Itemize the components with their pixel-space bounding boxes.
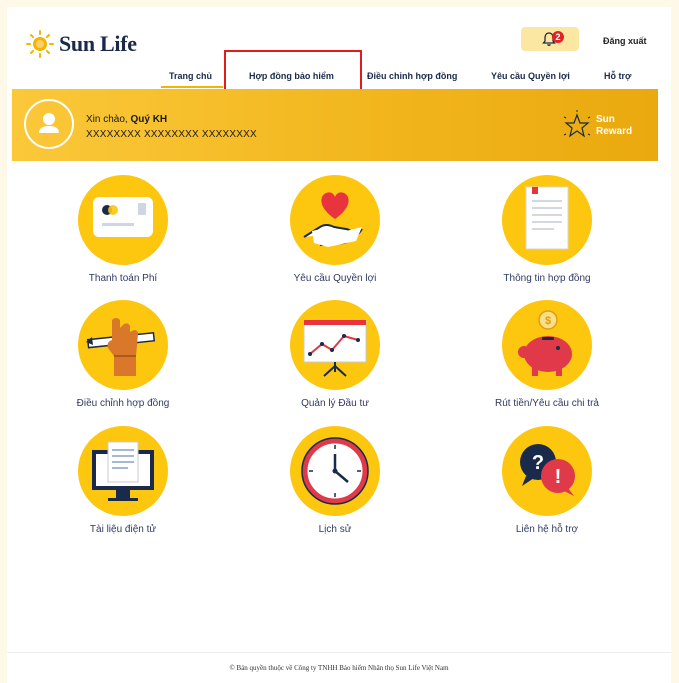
active-nav-indicator bbox=[161, 86, 223, 88]
monitor-document-icon bbox=[78, 426, 168, 516]
tile-withdrawal[interactable]: $ Rút tiền/Yêu cầu chi trả bbox=[431, 300, 643, 420]
tile-contract-adjustment[interactable]: Điều chỉnh hợp đồng bbox=[7, 300, 219, 420]
tile-label: Điều chỉnh hợp đồng bbox=[76, 398, 170, 409]
clock-icon bbox=[290, 426, 380, 516]
footer-divider bbox=[7, 652, 671, 653]
document-icon bbox=[502, 175, 592, 265]
tile-label: Lịch sử bbox=[318, 524, 352, 535]
tile-label: Yêu cầu Quyền lợi bbox=[293, 273, 377, 284]
sun-reward-button[interactable]: Sun Reward bbox=[560, 109, 632, 143]
footer-copyright: © Bản quyền thuộc về Công ty TNHH Bảo hi… bbox=[229, 664, 449, 672]
tile-label: Rút tiền/Yêu cầu chi trả bbox=[495, 398, 599, 409]
reward-line-2: Reward bbox=[596, 126, 633, 137]
tile-investment-management[interactable]: Quản lý Đầu tư bbox=[219, 300, 431, 420]
tile-label: Liên hệ hỗ trợ bbox=[515, 524, 579, 535]
star-icon bbox=[563, 110, 591, 138]
logout-link[interactable]: Đăng xuất bbox=[603, 36, 647, 46]
tile-support-contact[interactable]: ? ! Liên hệ hỗ trợ bbox=[431, 426, 643, 546]
tile-label: Thông tin hợp đồng bbox=[503, 273, 591, 284]
welcome-banner: Xin chào, Quý KH XXXXXXXX XXXXXXXX XXXXX… bbox=[12, 89, 658, 161]
page: Sun Life 2 Đăng xuất Trang chủ Hợp đồng … bbox=[7, 7, 671, 683]
brand-name: Sun Life bbox=[59, 31, 137, 56]
tile-label: Tài liệu điện tử bbox=[89, 524, 157, 535]
nav-item-home[interactable]: Trang chủ bbox=[169, 71, 212, 81]
nav-item-support[interactable]: Hỗ trợ bbox=[604, 71, 631, 81]
question-alert-icon: ? ! bbox=[502, 426, 592, 516]
nav-item-benefit-request[interactable]: Yêu cầu Quyền lợi bbox=[491, 71, 570, 81]
sun-logo-icon bbox=[26, 30, 54, 58]
tile-benefit-request[interactable]: Yêu cầu Quyền lợi bbox=[219, 175, 431, 295]
notification-button[interactable]: 2 bbox=[521, 27, 579, 51]
tile-payment[interactable]: Thanh toán Phí bbox=[7, 175, 219, 295]
greeting-prefix: Xin chào, bbox=[86, 114, 128, 125]
account-number: XXXXXXXX XXXXXXXX XXXXXXXX bbox=[86, 129, 257, 140]
greeting: Xin chào, Quý KH bbox=[86, 114, 167, 125]
user-icon bbox=[39, 113, 59, 133]
tile-e-documents[interactable]: Tài liệu điện tử bbox=[7, 426, 219, 546]
nav-item-contract-adjustment[interactable]: Điều chỉnh hợp đồng bbox=[367, 71, 457, 81]
payment-card-icon bbox=[78, 175, 168, 265]
user-name: Quý KH bbox=[130, 114, 168, 125]
chart-board-icon bbox=[290, 300, 380, 390]
sun-life-logo[interactable]: Sun Life bbox=[25, 29, 137, 59]
tile-contract-info[interactable]: Thông tin hợp đồng bbox=[431, 175, 643, 295]
svg-text:!: ! bbox=[555, 466, 562, 488]
reward-line-1: Sun bbox=[596, 114, 615, 125]
heart-hand-icon bbox=[290, 175, 380, 265]
svg-text:$: $ bbox=[545, 315, 551, 327]
tile-label: Thanh toán Phí bbox=[88, 273, 158, 284]
hand-pencil-icon bbox=[78, 300, 168, 390]
tile-history[interactable]: Lịch sử bbox=[219, 426, 431, 546]
avatar[interactable] bbox=[24, 99, 74, 149]
piggy-bank-icon: $ bbox=[502, 300, 592, 390]
notification-badge: 2 bbox=[552, 31, 564, 43]
tile-label: Quản lý Đầu tư bbox=[301, 398, 369, 409]
